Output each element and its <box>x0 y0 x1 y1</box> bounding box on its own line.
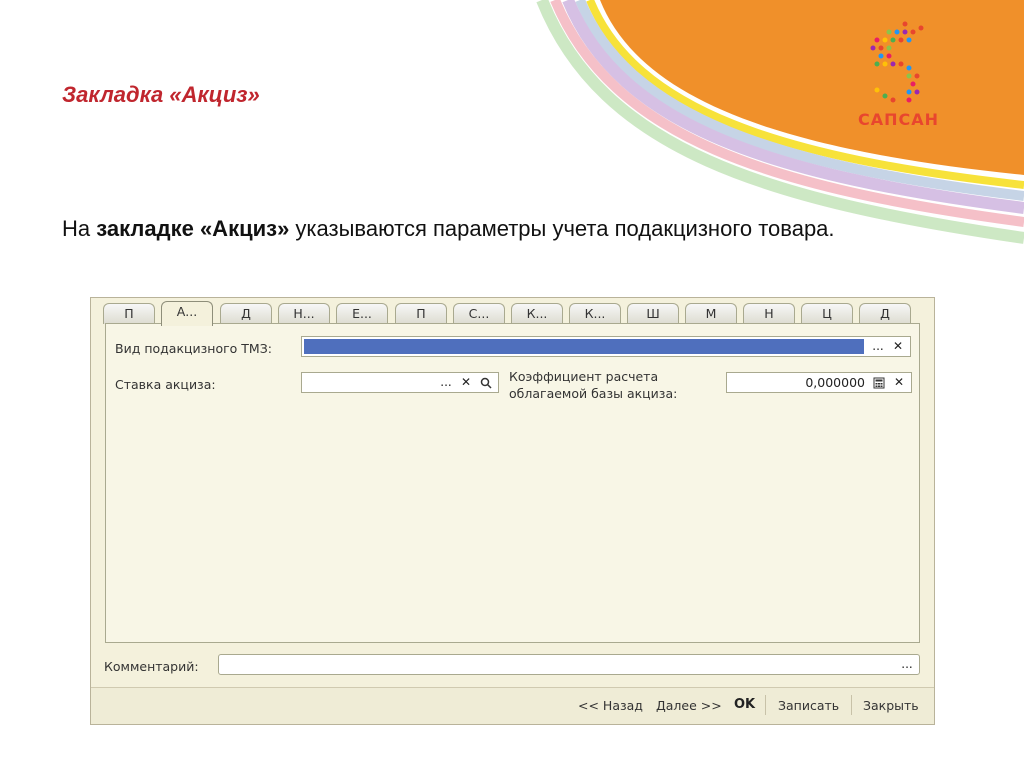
separator <box>765 695 766 715</box>
intro-prefix: На <box>62 216 97 241</box>
tab-k[interactable]: К... <box>511 303 563 324</box>
vid-selection <box>304 339 864 354</box>
tab-n2[interactable]: Н <box>743 303 795 324</box>
comment-field[interactable]: ... <box>218 654 920 675</box>
stavka-field[interactable]: ... ✕ <box>301 372 499 393</box>
save-button[interactable]: Записать <box>778 698 839 713</box>
tab-c[interactable]: Ц <box>801 303 853 324</box>
excise-form-window: П А... Д Н... Е... П С... К... К... Ш М … <box>90 297 935 725</box>
vid-field[interactable]: ... ✕ <box>301 336 911 357</box>
close-button[interactable]: Закрыть <box>863 698 919 713</box>
koef-label-line2: облагаемой базы акциза: <box>509 386 678 401</box>
logo-text: САПСАН <box>858 110 940 129</box>
separator <box>851 695 852 715</box>
tab-s[interactable]: С... <box>453 303 505 324</box>
vid-clear-button[interactable]: ✕ <box>888 338 908 355</box>
back-button[interactable]: << Назад <box>578 698 643 713</box>
comment-label: Комментарий: <box>104 659 199 674</box>
comment-select-button[interactable]: ... <box>897 656 917 673</box>
stavka-label: Ставка акциза: <box>115 377 216 392</box>
koef-field[interactable]: 0,000000 ✕ <box>726 372 912 393</box>
command-bar: << Назад Далее >> OK Записать Закрыть <box>91 687 934 724</box>
tab-m[interactable]: М <box>685 303 737 324</box>
ok-button[interactable]: OK <box>734 697 755 712</box>
tab-akciz[interactable]: А... <box>161 301 213 326</box>
next-button[interactable]: Далее >> <box>656 698 722 713</box>
tab-sh[interactable]: Ш <box>627 303 679 324</box>
tab-d[interactable]: Д <box>220 303 272 324</box>
tab-p2[interactable]: П <box>395 303 447 324</box>
koef-value: 0,000000 <box>805 375 865 390</box>
slide-title: Закладка «Акциз» <box>62 82 260 107</box>
vid-select-button[interactable]: ... <box>868 338 888 355</box>
calculator-icon[interactable] <box>869 374 889 391</box>
koef-label-line1: Коэффициент расчета <box>509 369 659 384</box>
intro-bold: закладке «Акциз» <box>96 216 290 241</box>
intro-paragraph: На закладке «Акциз» указываются параметр… <box>62 212 962 246</box>
stavka-clear-button[interactable]: ✕ <box>456 374 476 391</box>
tab-panel-akciz: Вид подакцизного ТМЗ: ... ✕ Ставка акциз… <box>105 323 920 643</box>
intro-suffix: указываются параметры учета подакцизного… <box>289 216 835 241</box>
tab-n[interactable]: Н... <box>278 303 330 324</box>
tab-e[interactable]: Е... <box>336 303 388 324</box>
tab-d2[interactable]: Д <box>859 303 911 324</box>
stavka-select-button[interactable]: ... <box>436 374 456 391</box>
koef-clear-button[interactable]: ✕ <box>889 374 909 391</box>
vid-label: Вид подакцизного ТМЗ: <box>115 341 272 356</box>
tab-p[interactable]: П <box>103 303 155 324</box>
tab-k2[interactable]: К... <box>569 303 621 324</box>
search-icon[interactable] <box>476 374 496 391</box>
